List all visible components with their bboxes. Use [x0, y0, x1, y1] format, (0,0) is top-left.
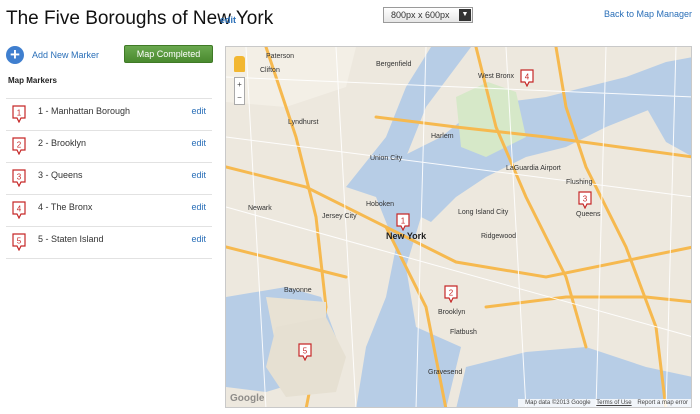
svg-text:5: 5	[17, 237, 22, 246]
map-label: New York	[386, 231, 427, 241]
marker-edit-link[interactable]: edit	[191, 202, 206, 212]
map-marker-2[interactable]: 2	[444, 285, 458, 303]
map-label: Bayonne	[284, 287, 312, 294]
map-label: Bergenfield	[376, 61, 412, 68]
svg-text:4: 4	[525, 73, 530, 82]
marker-pin-icon: 5	[12, 233, 26, 251]
map-label: Newark	[248, 205, 272, 212]
map-completed-button[interactable]: Map Completed	[124, 45, 213, 63]
marker-pin-icon: 4	[12, 201, 26, 219]
map-background	[226, 47, 691, 407]
marker-edit-link[interactable]: edit	[191, 106, 206, 116]
marker-row: 3 3 - Queens edit	[6, 163, 212, 195]
marker-edit-link[interactable]: edit	[191, 234, 206, 244]
map-label: West Bronx	[478, 73, 515, 80]
map-label: Union City	[370, 155, 403, 162]
map-label: Brooklyn	[438, 309, 466, 316]
marker-pin-icon: 1	[12, 105, 26, 123]
map-attribution: Map data ©2013 Google Terms of Use Repor…	[518, 399, 691, 407]
map-label: Paterson	[266, 53, 295, 60]
map-marker-1[interactable]: 1	[396, 213, 410, 231]
marker-row: 1 1 - Manhattan Borough edit	[6, 99, 212, 131]
marker-label: 2 - Brooklyn	[38, 138, 87, 148]
map-label: Hoboken	[366, 201, 395, 208]
map-label: Flatbush	[450, 329, 477, 336]
svg-text:2: 2	[17, 141, 22, 150]
map-label: LaGuardia Airport	[506, 165, 561, 172]
svg-text:3: 3	[17, 173, 22, 182]
street-view-pegman-icon[interactable]	[234, 56, 245, 72]
svg-text:5: 5	[303, 347, 308, 356]
marker-label: 3 - Queens	[38, 170, 83, 180]
marker-label: 1 - Manhattan Borough	[38, 106, 131, 116]
map-size-value: 800px x 600px	[391, 10, 450, 20]
map-marker-4[interactable]: 4	[520, 69, 534, 87]
map-label: Queens	[576, 211, 601, 218]
report-map-error-link[interactable]: Report a map error	[637, 400, 688, 406]
chevron-down-icon[interactable]: ▼	[459, 9, 471, 21]
map-label: Flushing	[566, 179, 593, 186]
marker-pin-icon: 2	[12, 137, 26, 155]
map-label: Jersey City	[322, 213, 357, 220]
add-new-marker-button[interactable]: Add New Marker	[32, 50, 99, 60]
map-size-select[interactable]: 800px x 600px ▼	[383, 7, 473, 23]
svg-text:1: 1	[17, 109, 22, 118]
marker-row: 2 2 - Brooklyn edit	[6, 131, 212, 163]
map-label: Gravesend	[428, 369, 463, 376]
marker-pin-icon: 3	[12, 169, 26, 187]
zoom-control[interactable]: + −	[234, 77, 245, 105]
map-label: Ridgewood	[481, 233, 517, 240]
map-label: Long Island City	[458, 209, 509, 216]
map-data-credit: Map data ©2013 Google	[525, 400, 591, 406]
marker-label: 5 - Staten Island	[38, 234, 104, 244]
svg-text:2: 2	[449, 289, 454, 298]
zoom-in-button[interactable]: +	[235, 78, 244, 91]
zoom-out-button[interactable]: −	[235, 91, 244, 104]
map-marker-3[interactable]: 3	[578, 191, 592, 209]
marker-label: 4 - The Bronx	[38, 202, 93, 212]
terms-of-use-link[interactable]: Terms of Use	[596, 400, 631, 406]
marker-edit-link[interactable]: edit	[191, 170, 206, 180]
google-logo: Google	[230, 393, 265, 404]
map-marker-5[interactable]: 5	[298, 343, 312, 361]
map-label: Lyndhurst	[288, 119, 319, 126]
marker-list: 1 1 - Manhattan Borough edit 2 2 - Brook…	[6, 98, 212, 259]
map-markers-heading: Map Markers	[8, 76, 57, 85]
add-marker-plus-icon[interactable]: +	[6, 46, 24, 64]
marker-edit-link[interactable]: edit	[191, 138, 206, 148]
map-label: Clifton	[260, 67, 280, 74]
marker-row: 5 5 - Staten Island edit	[6, 227, 212, 259]
map-label: Harlem	[431, 133, 454, 140]
map-canvas[interactable]: + − Clifton Paterson West Bronx Lyndhurs…	[225, 46, 692, 408]
marker-row: 4 4 - The Bronx edit	[6, 195, 212, 227]
svg-text:4: 4	[17, 205, 22, 214]
back-to-map-manager-link[interactable]: Back to Map Manager	[604, 9, 692, 19]
svg-text:3: 3	[583, 195, 588, 204]
title-edit-link[interactable]: edit	[220, 15, 236, 25]
svg-text:1: 1	[401, 217, 406, 226]
